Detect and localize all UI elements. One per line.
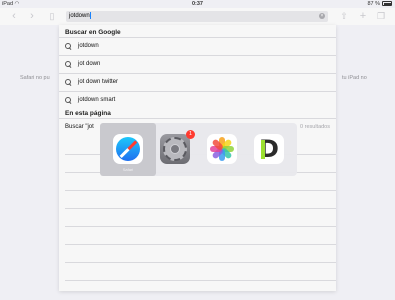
google-section-header: Buscar en Google (65, 29, 121, 36)
search-icon (65, 79, 71, 85)
divider (65, 244, 336, 245)
app-switcher: Safari 1 D (100, 123, 297, 176)
safari-icon (113, 134, 143, 164)
text-cursor (90, 12, 91, 19)
status-bar: iPad ◠ 0:37 87 % (0, 0, 395, 8)
suggestion-label: jot down (78, 61, 101, 67)
find-on-page-label: Buscar "jot (65, 124, 94, 130)
battery-icon (382, 1, 392, 7)
background-error-text-right: tu iPad no (342, 75, 367, 81)
search-icon (65, 97, 71, 103)
battery-indicator: 87 % (367, 1, 392, 7)
browser-toolbar: ‹ › ▯ jotdown × ⇧ + ❐ (0, 8, 395, 25)
settings-gear-icon (160, 134, 190, 164)
divider (65, 226, 336, 227)
photos-icon (207, 134, 237, 164)
search-icon (65, 61, 71, 67)
background-error-text-left: Safari no pu (20, 75, 50, 81)
divider (65, 190, 336, 191)
suggestion-item[interactable]: jot down twitter (59, 73, 336, 91)
notification-badge: 1 (186, 130, 195, 139)
find-result-count: 0 resultados (300, 124, 330, 130)
divider (65, 208, 336, 209)
suggestion-item[interactable]: jotdown smart (59, 91, 336, 109)
forward-icon[interactable]: › (26, 10, 38, 22)
clock: 0:37 (191, 1, 203, 7)
divider (65, 280, 336, 281)
share-icon[interactable]: ⇧ (338, 10, 350, 22)
on-page-section-header: En esta página (65, 110, 111, 117)
address-bar[interactable]: jotdown × (66, 11, 328, 22)
divider (65, 262, 336, 263)
battery-percent: 87 % (367, 1, 380, 7)
suggestion-item[interactable]: jot down (59, 55, 336, 73)
day-one-d-icon: D (254, 134, 284, 164)
search-icon (65, 43, 71, 49)
bookmarks-icon[interactable]: ▯ (46, 10, 58, 22)
suggestion-label: jot down twitter (78, 79, 119, 85)
tabs-icon[interactable]: ❐ (375, 10, 387, 22)
clear-icon[interactable]: × (319, 13, 325, 19)
suggestion-label: jotdown (78, 43, 99, 49)
suggestion-label: jotdown smart (78, 97, 116, 103)
suggestion-item[interactable]: jotdown (59, 37, 336, 55)
new-tab-icon[interactable]: + (357, 10, 369, 22)
app-switcher-item-dayone[interactable]: D (241, 123, 297, 176)
address-input-value: jotdown (69, 13, 90, 20)
address-input[interactable]: jotdown (69, 12, 91, 21)
back-icon[interactable]: ‹ (8, 10, 20, 22)
